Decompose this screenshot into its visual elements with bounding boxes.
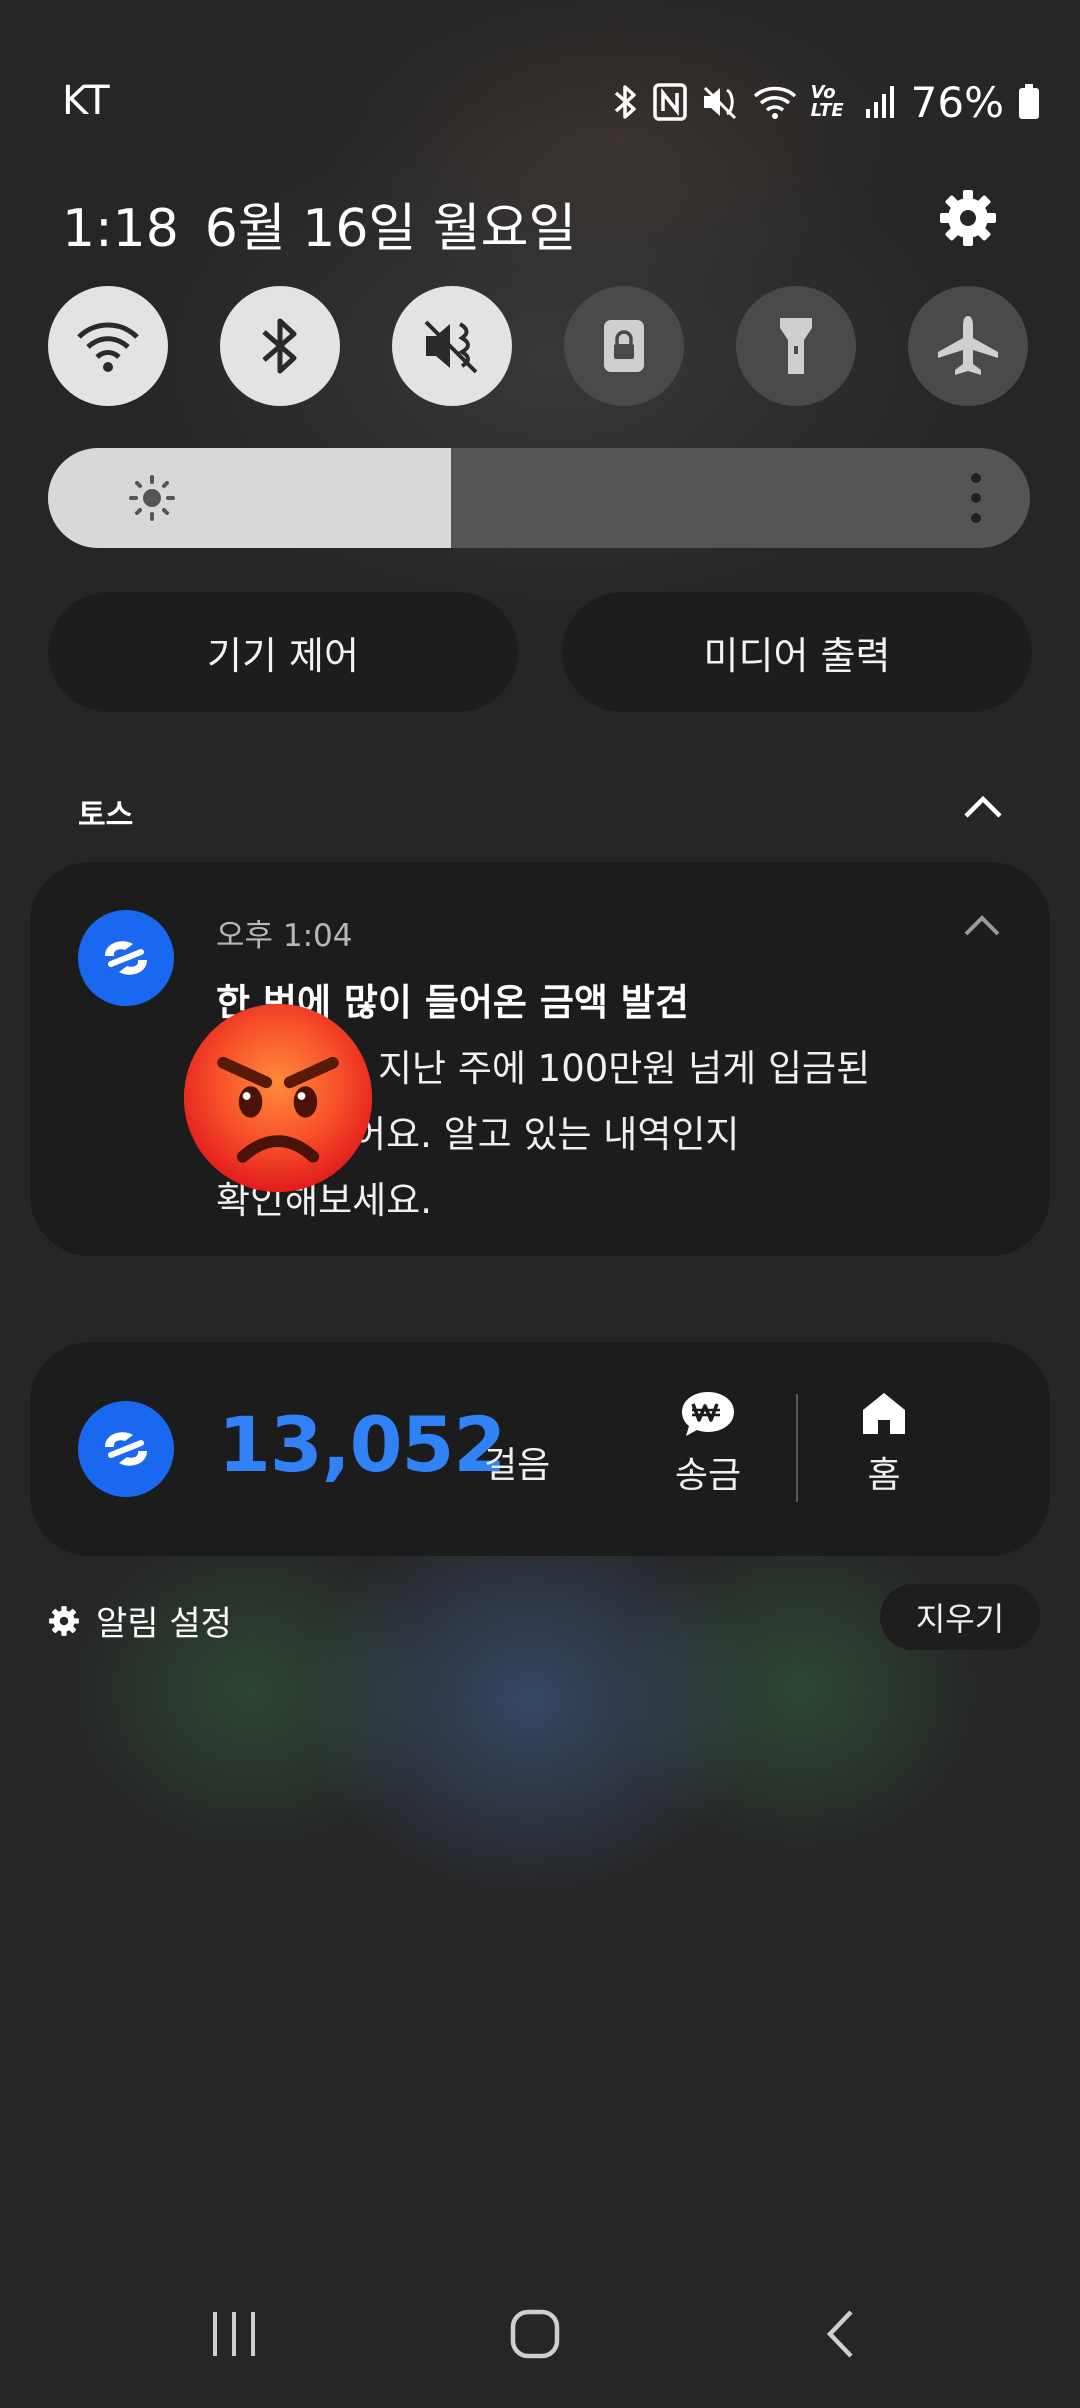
screen-lock-toggle[interactable] — [564, 286, 684, 406]
steps-count: 13,052 — [218, 1400, 506, 1489]
won-send-icon — [682, 1392, 734, 1436]
carrier-label: KT — [62, 78, 110, 124]
wifi-icon — [753, 86, 796, 119]
nfc-icon — [652, 83, 687, 121]
sun-icon — [129, 475, 175, 521]
clock-date-row: 1:18 6월 16일 월요일 — [62, 186, 576, 261]
wifi-toggle[interactable] — [48, 286, 168, 406]
flashlight-toggle[interactable] — [736, 286, 856, 406]
send-money-label: 송금 — [674, 1455, 742, 1496]
bluetooth-toggle[interactable] — [220, 286, 340, 406]
battery-icon — [1019, 84, 1039, 119]
more-options-icon[interactable] — [970, 472, 982, 524]
toss-app-icon — [78, 1401, 174, 1497]
flashlight-icon — [780, 318, 812, 374]
app-group-label: 토스 — [78, 798, 134, 833]
sound-mute-icon — [424, 320, 478, 374]
home-circle-icon — [510, 2309, 560, 2359]
gear-icon[interactable] — [938, 188, 998, 248]
toss-logo-icon — [105, 941, 147, 975]
status-icons: Vo LTE 76% — [613, 76, 1040, 128]
home-nav-button[interactable] — [485, 2302, 585, 2366]
toss-app-icon — [78, 910, 174, 1006]
steps-unit: 걸음 — [484, 1445, 551, 1486]
date-label: 6월 16일 월요일 — [204, 199, 577, 259]
sound-toggle[interactable] — [392, 286, 512, 406]
back-icon — [826, 2310, 853, 2358]
notification-time: 오후 1:04 — [216, 918, 353, 954]
gear-icon — [49, 1605, 79, 1636]
wifi-icon — [77, 322, 139, 372]
airplane-icon — [938, 316, 998, 375]
signal-icon — [865, 86, 894, 118]
media-output-button[interactable]: 미디어 출력 — [562, 592, 1032, 712]
notification-settings-label: 알림 설정 — [96, 1604, 232, 1644]
home-icon — [863, 1393, 905, 1434]
recent-apps-button[interactable] — [184, 2302, 284, 2366]
clock-time: 1:18 — [62, 199, 179, 259]
device-control-button[interactable]: 기기 제어 — [48, 592, 518, 712]
toss-logo-icon — [105, 1432, 147, 1466]
chevron-up-icon[interactable] — [962, 792, 1004, 820]
battery-percent: 76% — [910, 77, 1004, 127]
bluetooth-icon — [262, 318, 297, 374]
widget-divider — [796, 1394, 798, 1502]
notification-settings-link[interactable]: 알림 설정 — [48, 1596, 232, 1645]
send-money-button[interactable]: 송금 — [638, 1390, 778, 1510]
collapse-chevron-icon[interactable] — [962, 912, 1002, 938]
bluetooth-icon — [614, 85, 636, 119]
brightness-fill — [48, 448, 451, 548]
brightness-slider[interactable] — [48, 448, 1030, 548]
back-button[interactable] — [790, 2302, 890, 2366]
screen-lock-icon — [604, 320, 644, 372]
mute-icon — [703, 86, 736, 120]
clear-button[interactable]: 지우기 — [880, 1584, 1040, 1650]
home-button[interactable]: 홈 — [814, 1390, 954, 1510]
volte-icon: Vo LTE — [810, 82, 844, 121]
angry-face-emoji — [183, 1003, 373, 1193]
airplane-toggle[interactable] — [908, 286, 1028, 406]
home-label: 홈 — [867, 1455, 901, 1496]
recent-apps-icon — [213, 2312, 255, 2356]
